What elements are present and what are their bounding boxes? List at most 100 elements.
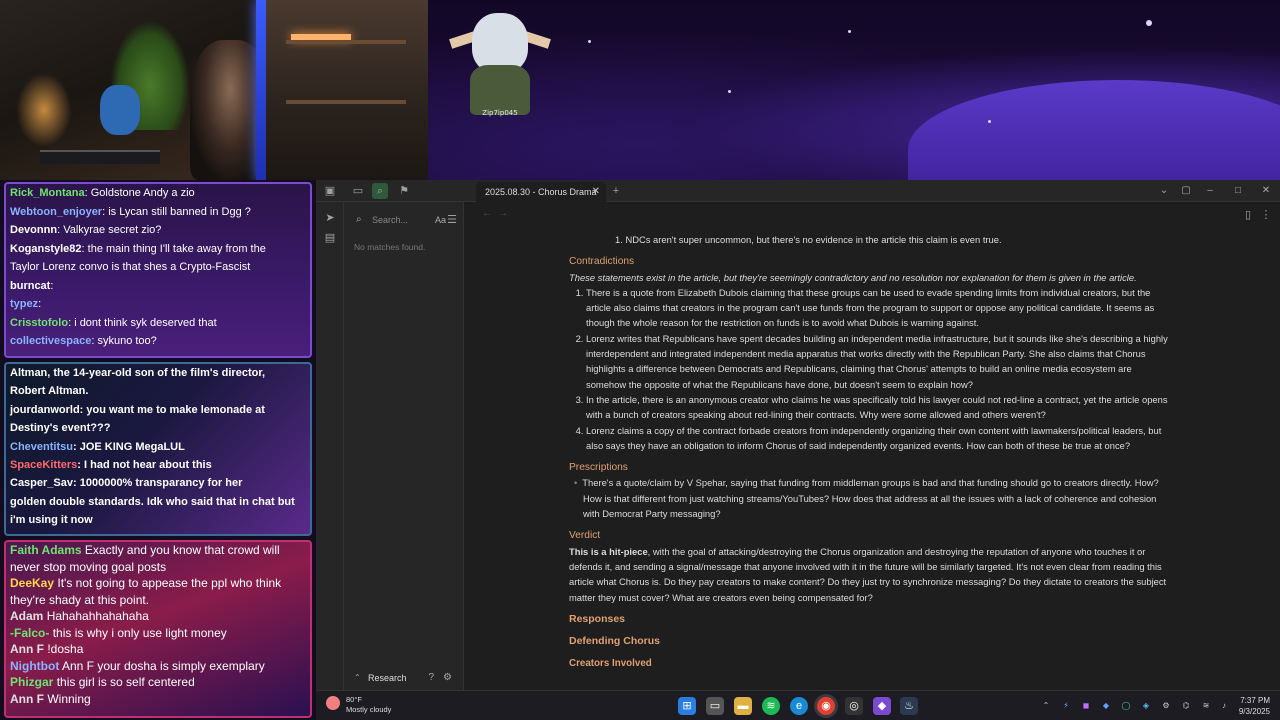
chat-username[interactable]: Devonnn	[10, 224, 57, 236]
chat-username[interactable]: DeeKay	[10, 576, 54, 590]
shelf	[286, 100, 406, 104]
spotify-icon[interactable]: ≋	[762, 697, 780, 715]
chat-username[interactable]: Ann F	[10, 692, 44, 706]
note-content: ← → ▯ ⋮ 1. NDCs aren't super uncommon, b…	[464, 202, 1280, 690]
chat-username[interactable]: Adam	[10, 609, 43, 623]
chat-text: I had not hear about this	[84, 459, 212, 472]
research-vault-button[interactable]: ⌃ Research ? ⚙	[352, 669, 456, 687]
star	[728, 90, 731, 93]
chat-panel: Rick_Montana: Goldstone Andy a zio Webtoo…	[0, 180, 316, 720]
chat-message: Ann F !dosha	[6, 641, 310, 658]
gear-icon[interactable]: ⚙	[443, 669, 452, 687]
contradiction-item: In the article, there is an anonymous cr…	[586, 392, 1169, 423]
list-item-text: NDCs aren't super uncommon, but there's …	[625, 234, 1002, 245]
task-view-icon[interactable]: ▭	[706, 697, 724, 715]
send-icon[interactable]: ➤	[322, 210, 338, 226]
chat-username[interactable]: Webtoon_enjoyer	[10, 206, 102, 218]
search-icon[interactable]: ⌕	[372, 183, 388, 199]
tray-app-icon[interactable]: ⚙	[1160, 700, 1172, 712]
elf-head	[472, 13, 528, 73]
chat-message: Altman, the 14-year-old son of the film'…	[6, 364, 310, 382]
chrome-icon[interactable]: ◉	[817, 697, 835, 715]
chat-username[interactable]: Casper_Sav	[10, 477, 73, 489]
ribbon: ➤ ▤	[316, 202, 344, 690]
help-icon[interactable]: ?	[428, 669, 434, 687]
bookmark-icon[interactable]: ⚑	[396, 183, 412, 199]
wifi-icon[interactable]: ≋	[1200, 700, 1212, 712]
chat-username[interactable]: burncat	[10, 280, 50, 292]
back-icon[interactable]: ←	[482, 208, 492, 219]
start-icon[interactable]: ⊞	[678, 697, 696, 715]
reading-view-icon[interactable]: ▯	[1240, 207, 1256, 223]
chat-text: this girl is so self centered	[56, 675, 195, 689]
chat-username[interactable]: Crisstofolo	[10, 317, 68, 329]
chat-message: Nightbot Ann F your dosha is simply exem…	[6, 658, 310, 675]
clock-date: 9/3/2025	[1238, 707, 1270, 716]
file-explorer-icon[interactable]: ▬	[734, 697, 752, 715]
chat-message: Ann F Winning	[6, 691, 310, 708]
chat-username[interactable]: Phizgar	[10, 675, 53, 689]
sidebar-toggle-icon[interactable]: ▣	[322, 183, 338, 199]
chat-username[interactable]: -Falco-	[10, 626, 49, 640]
maximize-icon[interactable]: □	[1230, 183, 1246, 199]
close-icon[interactable]: ✕	[592, 182, 600, 202]
forward-icon[interactable]: →	[498, 208, 508, 219]
folder-icon[interactable]: ▭	[350, 183, 366, 199]
taskbar: 80°F Mostly cloudy ⊞ ▭ ▬ ≋ e ◉ ◎ ◆ ♨ ⌃ ⚡…	[316, 690, 1280, 720]
window-close-icon[interactable]: ✕	[1258, 183, 1274, 199]
chat-message: Robert Altman.	[6, 382, 310, 400]
weather-widget[interactable]: 80°F Mostly cloudy	[326, 695, 391, 715]
network-icon[interactable]: ⌬	[1180, 700, 1192, 712]
obs-icon[interactable]: ◎	[845, 697, 863, 715]
defending-chorus-heading: Defending Chorus	[569, 635, 660, 648]
chat-message: Crisstofolo: i dont think syk deserved t…	[6, 314, 310, 333]
research-label: Research	[368, 673, 407, 683]
tray-app-icon[interactable]: ◼	[1080, 700, 1092, 712]
minimize-icon[interactable]: –	[1202, 183, 1218, 199]
chat-username[interactable]: collectivespace	[10, 335, 91, 347]
verdict-heading: Verdict	[569, 530, 601, 542]
shelf	[286, 40, 406, 44]
clock[interactable]: 7:37 PM 9/3/2025	[1239, 695, 1270, 717]
chat-text: Robert Altman.	[10, 385, 89, 398]
chat-separator: :	[73, 477, 80, 490]
star	[588, 40, 591, 43]
tray-app-icon[interactable]: ◆	[1100, 700, 1112, 712]
chat-username[interactable]: jourdanworld	[10, 404, 80, 416]
weather-icon	[326, 696, 340, 710]
chat-text: i'm using it now	[10, 514, 93, 527]
chat-username[interactable]: Faith Adams	[10, 543, 82, 557]
lamp	[14, 70, 74, 150]
chat-message: jourdanworld: you want me to make lemona…	[6, 401, 310, 419]
chat-message: typez:	[6, 295, 310, 314]
chat-username[interactable]: typez	[10, 298, 38, 310]
star	[848, 30, 851, 33]
layout-icon[interactable]: ▢	[1178, 183, 1194, 199]
tray-chevron-icon[interactable]: ⌃	[1040, 700, 1052, 712]
edge-icon[interactable]: e	[790, 697, 808, 715]
steam-icon[interactable]: ♨	[900, 697, 918, 715]
new-tab-icon[interactable]: +	[608, 183, 624, 199]
chat-text: golden double standards. Idk who said th…	[10, 495, 295, 508]
chat-message: Devonnn: Valkyrae secret zio?	[6, 221, 310, 240]
pages-icon[interactable]: ▤	[322, 230, 338, 246]
search-input[interactable]: ⌕ Search... Aa	[352, 210, 456, 230]
tab-chorus-drama[interactable]: 2025.08.30 - Chorus Drama ✕	[476, 182, 606, 202]
chat-username[interactable]: Koganstyle82	[10, 243, 82, 255]
tray-app-icon[interactable]: ◯	[1120, 700, 1132, 712]
obsidian-icon[interactable]: ◆	[873, 697, 891, 715]
chat-message: Cheventitsu: JOE KING MegaLUL	[6, 438, 310, 456]
prescription-item: There's a quote/claim by V Spehar, sayin…	[582, 475, 1169, 521]
chat-username[interactable]: SpaceKitters	[10, 459, 77, 471]
tray-app-icon[interactable]: ⚡	[1060, 700, 1072, 712]
chevron-down-icon[interactable]: ⌄	[1156, 183, 1172, 199]
more-options-icon[interactable]: ⋮	[1258, 207, 1274, 223]
volume-icon[interactable]: ♪	[1218, 700, 1230, 712]
stream-screen: Zip7ip045 Rick_Montana: Goldstone Andy a…	[0, 0, 1280, 720]
filter-icon[interactable]: ☰	[444, 212, 460, 228]
chat-username[interactable]: Ann F	[10, 642, 44, 656]
chat-username[interactable]: Nightbot	[10, 659, 59, 673]
chat-username[interactable]: Cheventitsu	[10, 441, 73, 453]
chat-username[interactable]: Rick_Montana	[10, 187, 85, 199]
tray-app-icon[interactable]: ◈	[1140, 700, 1152, 712]
